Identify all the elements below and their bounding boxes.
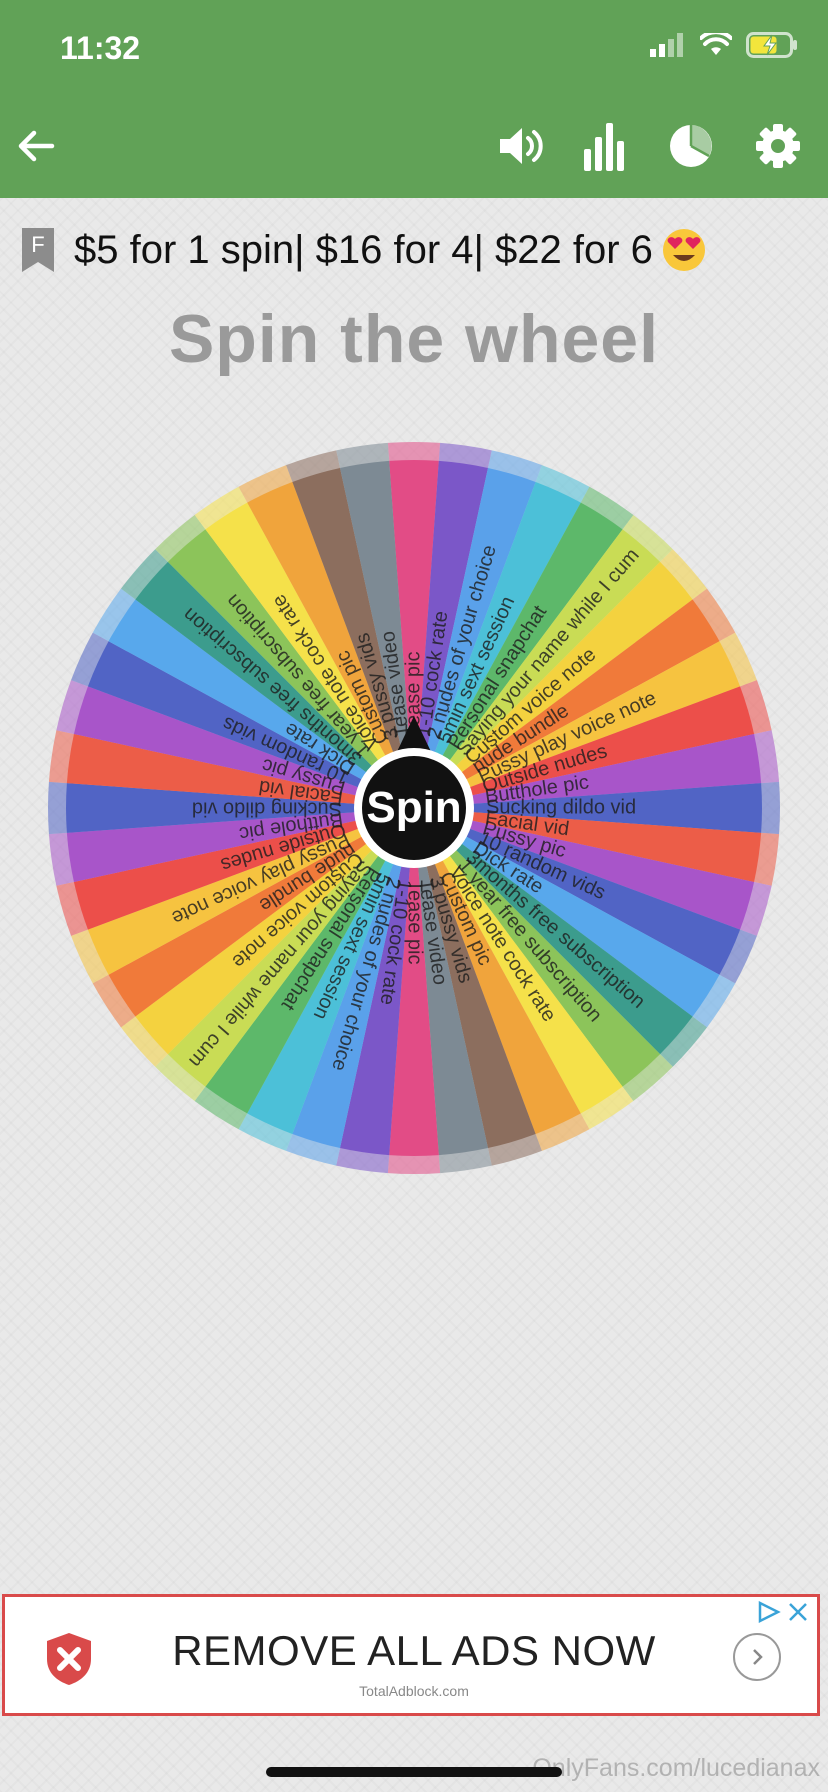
ad-banner[interactable]: REMOVE ALL ADS NOW TotalAdblock.com xyxy=(2,1594,820,1716)
wifi-icon xyxy=(700,33,732,55)
chevron-right-icon xyxy=(753,1649,763,1665)
results-button[interactable] xyxy=(663,118,719,174)
heart-eyes-emoji-icon xyxy=(662,229,705,271)
notice-text: $5 for 1 spin| $16 for 4| $22 for 6 xyxy=(74,227,653,272)
notice-row: F $5 for 1 spin| $16 for 4| $22 for 6 xyxy=(20,222,707,278)
home-indicator xyxy=(266,1767,562,1777)
settings-button[interactable] xyxy=(750,118,806,174)
ad-choices[interactable] xyxy=(757,1601,809,1623)
volume-icon xyxy=(500,128,543,164)
ad-headline[interactable]: REMOVE ALL ADS NOW xyxy=(5,1627,823,1675)
sound-button[interactable] xyxy=(492,118,548,174)
status-time: 11:32 xyxy=(60,30,141,66)
page-title: Spin the wheel xyxy=(168,301,660,377)
status-icons xyxy=(650,32,798,58)
cellular-signal-icon xyxy=(650,33,683,57)
back-button[interactable] xyxy=(8,118,64,174)
ad-sub: TotalAdblock.com xyxy=(359,1683,469,1699)
spin-wheel[interactable]: Tease pic1-10 cock rate2 nudes of your c… xyxy=(46,440,782,1176)
gear-icon xyxy=(756,124,800,168)
spin-button-label: Spin xyxy=(366,783,461,832)
battery-charging-icon xyxy=(746,32,797,58)
arrow-left-icon xyxy=(18,130,55,162)
watermark: OnlyFans.com/lucedianax xyxy=(532,1754,820,1782)
app-bar: 11:32 xyxy=(0,0,828,198)
bookmark-icon[interactable]: F xyxy=(20,226,56,274)
pie-chart-icon xyxy=(670,125,712,167)
bar-chart-icon xyxy=(584,123,624,171)
ad-choices-icon[interactable] xyxy=(757,1601,781,1623)
ad-open-button[interactable] xyxy=(733,1633,781,1681)
bookmark-badge: F xyxy=(31,232,44,257)
close-icon[interactable] xyxy=(787,1601,809,1623)
stats-button[interactable] xyxy=(576,118,632,174)
